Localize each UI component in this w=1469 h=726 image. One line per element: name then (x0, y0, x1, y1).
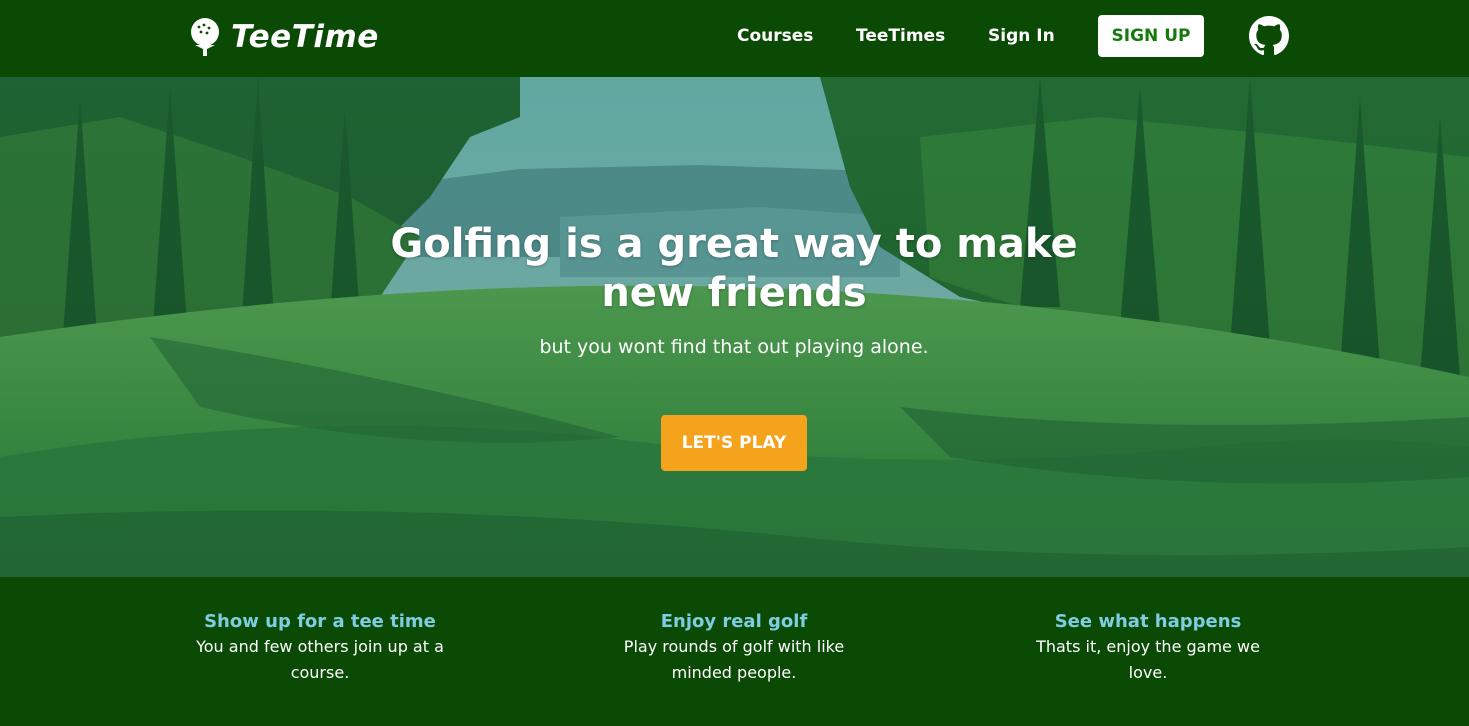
github-icon[interactable] (1249, 16, 1289, 56)
feature-title: Enjoy real golf (660, 611, 808, 632)
hero-title: Golfing is a great way to make new frien… (390, 221, 1078, 316)
golf-ball-on-tee-icon (191, 18, 219, 56)
nav-link-teetimes[interactable]: TeeTimes (856, 26, 945, 46)
golf-course-background-image (0, 77, 1469, 577)
feature-text: Play rounds of golf with like minded peo… (623, 637, 845, 682)
nav-link-courses[interactable]: Courses (737, 26, 813, 46)
hero-subtitle: but you wont find that out playing alone… (539, 336, 929, 358)
feature-card: Show up for a tee time You and few other… (189, 610, 451, 686)
sign-up-button[interactable]: SIGN UP (1098, 15, 1204, 57)
lets-play-button[interactable]: LET'S PLAY (661, 415, 807, 471)
feature-text: Thats it, enjoy the game we love. (1036, 637, 1260, 682)
nav-link-sign-in[interactable]: Sign In (988, 26, 1055, 46)
top-navbar: TeeTime Courses TeeTimes Sign In SIGN UP (0, 0, 1469, 77)
feature-text: You and few others join up at a course. (196, 637, 444, 682)
features-section: Show up for a tee time You and few other… (0, 577, 1469, 726)
feature-card: See what happens Thats it, enjoy the gam… (1032, 610, 1264, 686)
brand-name: TeeTime (231, 19, 379, 55)
hero-section: Golfing is a great way to make new frien… (0, 77, 1469, 577)
feature-card: Enjoy real golf Play rounds of golf with… (612, 610, 856, 686)
feature-title: See what happens (1054, 611, 1242, 632)
brand-logo-link[interactable]: TeeTime (189, 16, 379, 58)
feature-title: Show up for a tee time (204, 611, 436, 632)
